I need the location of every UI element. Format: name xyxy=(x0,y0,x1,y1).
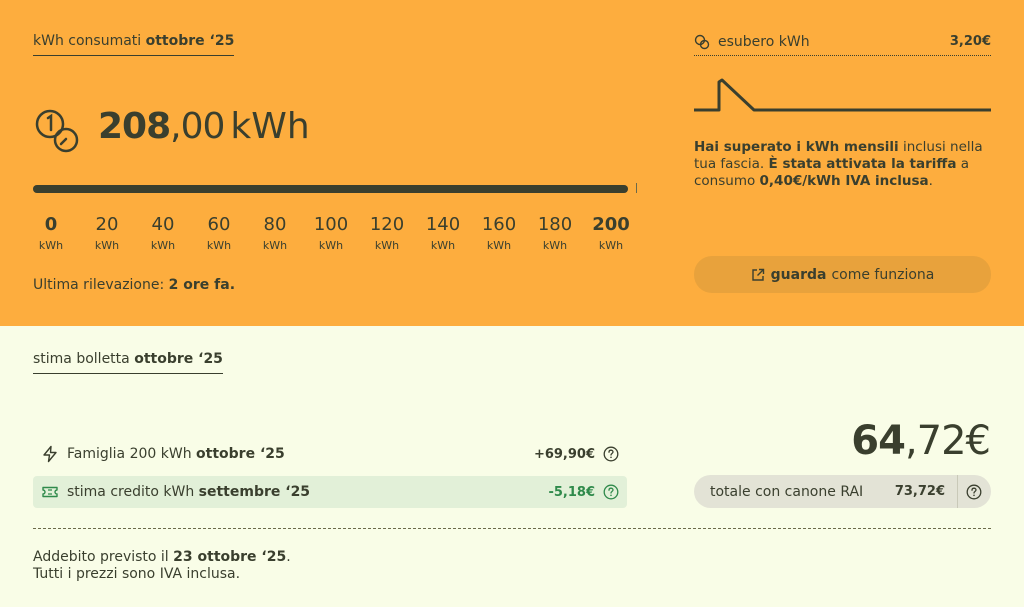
billing-date-line: Addebito previsto il 23 ottobre ‘25. xyxy=(33,549,291,566)
rai-total-value: 73,72€ xyxy=(894,484,945,499)
billing-date: 23 ottobre ‘25 xyxy=(173,549,287,565)
rai-total-pill: totale con canone RAI 73,72€ xyxy=(694,475,991,508)
bill-tab-period: ottobre ‘25 xyxy=(134,351,223,367)
coins-icon xyxy=(694,34,710,50)
scale-tick-value: 20 xyxy=(95,214,119,235)
how-it-works-label: come funziona xyxy=(831,266,935,283)
scale-tick-value: 200 xyxy=(592,214,630,235)
scale-tick-unit: kWh xyxy=(262,239,288,252)
scale-tick-value: 80 xyxy=(263,214,287,235)
surplus-sparkline xyxy=(694,78,991,112)
scale-tick-value: 120 xyxy=(369,214,405,235)
consumption-value-dec: ,00 xyxy=(170,106,225,147)
notice-bold-2: È stata attivata la tariffa xyxy=(768,156,957,172)
rai-total-label: totale con canone RAI xyxy=(710,483,864,500)
scale-tick: 80 kWh xyxy=(250,214,300,252)
surplus-label: esubero kWh xyxy=(718,34,810,50)
scale-tick-unit: kWh xyxy=(542,239,568,252)
notice-bold-3: 0,40€/kWh IVA inclusa xyxy=(759,173,929,189)
scale-tick: 60 kWh xyxy=(194,214,244,252)
scale-tick: 180 kWh xyxy=(530,214,580,252)
scale-tick: 20 kWh xyxy=(82,214,132,252)
bill-total: 64,72€ xyxy=(851,418,991,464)
last-reading-value: 2 ore fa. xyxy=(168,277,236,293)
meter-icon xyxy=(35,109,79,153)
surplus-notice: Hai superato i kWh mensili inclusi nella… xyxy=(694,139,994,190)
last-reading: Ultima rilevazione: 2 ore fa. xyxy=(33,277,235,293)
progress-end-tick xyxy=(636,183,637,193)
lightning-icon xyxy=(43,445,57,463)
last-reading-label: Ultima rilevazione: xyxy=(33,277,165,293)
scale-tick: 200 kWh xyxy=(586,214,636,252)
consumption-tab-label: kWh consumati xyxy=(33,33,142,49)
bill-line-family-label: Famiglia 200 kWh ottobre ‘25 xyxy=(67,446,534,462)
bill-line-credit: stima credito kWh settembre ‘25 -5,18€ xyxy=(33,476,627,508)
scale-tick-value: 100 xyxy=(313,214,349,235)
scale-tick-value: 60 xyxy=(207,214,231,235)
bill-total-int: 64 xyxy=(851,418,906,464)
bill-line-family-amount: +69,90€ xyxy=(533,446,595,462)
consumption-progress-bar xyxy=(33,185,628,193)
scale-tick-value: 0 xyxy=(44,214,58,235)
billing-date-prefix: Addebito previsto il xyxy=(33,549,174,565)
scale-tick-unit: kWh xyxy=(598,239,624,252)
bill-line-family-text: Famiglia 200 kWh xyxy=(67,446,192,462)
consumption-unit: kWh xyxy=(230,106,310,147)
bill-line-credit-text: stima credito kWh xyxy=(67,484,195,500)
bill-line-credit-period: settembre ‘25 xyxy=(198,484,311,500)
bill-tab-label: stima bolletta xyxy=(33,351,130,367)
help-icon[interactable] xyxy=(966,484,982,500)
scale-tick: 0 kWh xyxy=(26,214,76,252)
help-icon[interactable] xyxy=(603,484,619,500)
scale-tick: 140 kWh xyxy=(418,214,468,252)
consumption-scale: 0 kWh 20 kWh 40 kWh 60 kWh 80 kWh 100 kWh 120 kWh 140 k… xyxy=(26,214,636,252)
scale-tick-unit: kWh xyxy=(150,239,176,252)
billing-date-suffix: . xyxy=(286,549,291,565)
scale-tick-value: 40 xyxy=(151,214,175,235)
scale-tick: 160 kWh xyxy=(474,214,524,252)
scale-tick: 40 kWh xyxy=(138,214,188,252)
scale-tick-unit: kWh xyxy=(318,239,344,252)
scale-tick-unit: kWh xyxy=(38,239,64,252)
bill-tab[interactable]: stima bolletta ottobre ‘25 xyxy=(33,351,223,374)
consumption-tab[interactable]: kWh consumati ottobre ‘25 xyxy=(33,33,235,56)
scale-tick-unit: kWh xyxy=(486,239,512,252)
how-it-works-bold: guarda xyxy=(770,266,827,283)
consumption-value-int: 208 xyxy=(98,106,171,147)
consumption-progress-fill xyxy=(33,185,628,193)
billing-footer: Addebito previsto il 23 ottobre ‘25. Tut… xyxy=(33,549,291,583)
surplus-value: 3,20€ xyxy=(949,34,991,49)
consumption-value: 208,00 kWh xyxy=(98,106,310,147)
how-it-works-button[interactable]: guarda come funziona xyxy=(694,256,991,293)
scale-tick: 100 kWh xyxy=(306,214,356,252)
bill-total-dec: ,72€ xyxy=(904,418,991,464)
divider xyxy=(33,528,991,529)
vat-note: Tutti i prezzi sono IVA inclusa. xyxy=(33,566,241,582)
scale-tick-unit: kWh xyxy=(374,239,400,252)
bill-line-credit-label: stima credito kWh settembre ‘25 xyxy=(67,484,548,500)
scale-tick-unit: kWh xyxy=(94,239,120,252)
scale-tick-unit: kWh xyxy=(206,239,232,252)
scale-tick-unit: kWh xyxy=(430,239,456,252)
notice-bold-1: Hai superato i kWh mensili xyxy=(694,139,899,155)
bill-line-credit-amount: -5,18€ xyxy=(548,484,595,500)
rai-divider xyxy=(957,475,958,508)
notice-text-3: . xyxy=(928,173,933,189)
consumption-tab-period: ottobre ‘25 xyxy=(145,33,235,49)
external-link-icon xyxy=(751,268,764,281)
surplus-row: esubero kWh 3,20€ xyxy=(694,34,991,56)
scale-tick: 120 kWh xyxy=(362,214,412,252)
scale-tick-value: 140 xyxy=(425,214,461,235)
scale-tick-value: 160 xyxy=(481,214,517,235)
ticket-icon xyxy=(42,486,58,498)
bill-line-family: Famiglia 200 kWh ottobre ‘25 +69,90€ xyxy=(33,438,627,470)
bill-line-family-period: ottobre ‘25 xyxy=(196,446,285,462)
scale-tick-value: 180 xyxy=(537,214,573,235)
consumption-section: kWh consumati ottobre ‘25 208,00 kWh 0 kWh… xyxy=(0,0,1024,326)
help-icon[interactable] xyxy=(603,446,619,462)
